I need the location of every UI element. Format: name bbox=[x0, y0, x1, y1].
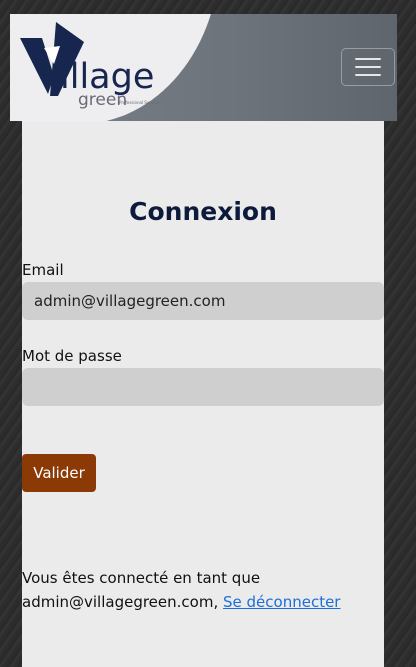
hamburger-menu-icon bbox=[355, 58, 381, 60]
password-label: Mot de passe bbox=[22, 347, 122, 365]
village-green-logo[interactable]: illage green Professional Services bbox=[18, 16, 198, 116]
email-label: Email bbox=[22, 261, 64, 279]
logo-tagline: Professional Services bbox=[119, 100, 161, 105]
session-status: Vous êtes connecté en tant que admin@vil… bbox=[22, 569, 341, 611]
session-text: Vous êtes connecté en tant que bbox=[22, 569, 261, 587]
hamburger-menu-button[interactable] bbox=[341, 48, 395, 86]
email-field[interactable] bbox=[22, 282, 384, 320]
password-field[interactable] bbox=[22, 368, 384, 406]
logout-link[interactable]: Se déconnecter bbox=[223, 593, 340, 611]
submit-button[interactable]: Valider bbox=[22, 454, 96, 492]
session-user: admin@villagegreen.com bbox=[22, 593, 214, 611]
page-title: Connexion bbox=[129, 197, 277, 226]
login-card: Connexion Email Mot de passe Valider Vou… bbox=[22, 121, 384, 667]
navbar: illage green Professional Services bbox=[10, 14, 397, 121]
